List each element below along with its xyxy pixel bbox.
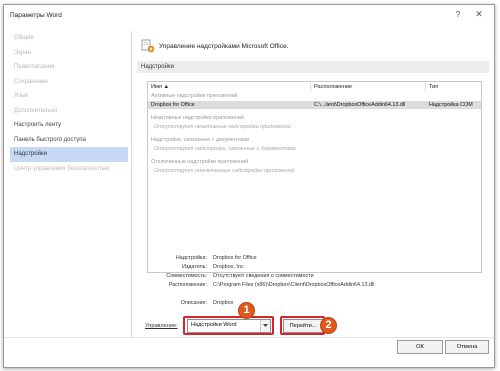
- row-type: Надстройка COM: [429, 101, 473, 108]
- group-disabled-title: Отключенные надстройки приложений: [151, 159, 249, 165]
- sidebar-item-addins[interactable]: Надстройки: [10, 147, 128, 162]
- close-button[interactable]: ✕: [473, 9, 485, 20]
- table-row[interactable]: Dropbox for Office C:\...lient\DropboxOf…: [148, 100, 481, 109]
- step-badge-2: 2: [320, 317, 337, 334]
- addins-panel: Управление надстройками Microsoft Office…: [137, 31, 489, 341]
- detail-description-label: Описание:: [180, 300, 207, 306]
- detail-description-value: Dropbox: [213, 300, 234, 306]
- sidebar-item-quick-access-toolbar[interactable]: Панель быстрого доступа: [10, 133, 128, 148]
- detail-compat-label: Совместимость:: [166, 273, 207, 279]
- sidebar-item-display[interactable]: Экран: [10, 46, 128, 61]
- column-separator: [310, 83, 311, 91]
- footer-divider: [4, 337, 494, 338]
- column-header-type[interactable]: Тип: [429, 82, 438, 92]
- detail-location-label: Расположение:: [168, 282, 207, 288]
- sidebar: Общие Экран Правописание Сохранение Язык…: [10, 31, 128, 335]
- help-button[interactable]: ?: [452, 10, 464, 19]
- cancel-button[interactable]: Отмена: [445, 340, 489, 354]
- step-badge-1: 1: [238, 302, 255, 319]
- sidebar-item-save[interactable]: Сохранение: [10, 75, 128, 90]
- word-options-dialog: Параметры Word ? ✕ Общие Экран Правописа…: [3, 4, 495, 368]
- sidebar-item-proofing[interactable]: Правописание: [10, 60, 128, 75]
- group-inactive-title: Неактивные надстройки приложений: [151, 115, 244, 121]
- column-header-name[interactable]: Имя ▲: [151, 82, 169, 92]
- manage-label: Управление:: [145, 323, 178, 329]
- sidebar-divider: [131, 31, 132, 337]
- detail-publisher-value: Dropbox, Inc: [213, 264, 244, 270]
- group-inactive-empty: Отсутствуют неактивные надстройки прилож…: [154, 123, 291, 130]
- column-separator: [425, 83, 426, 91]
- detail-location-value: C:\Program Files (x86)\Dropbox\Client\Dr…: [213, 282, 375, 288]
- row-name: Dropbox for Office: [151, 101, 195, 108]
- group-document-title: Надстройки, связанные с документами: [151, 137, 249, 143]
- sidebar-item-advanced[interactable]: Дополнительно: [10, 104, 128, 119]
- group-document-empty: Отсутствуют надстройки, связанные с доку…: [154, 145, 296, 152]
- section-title: Надстройки: [137, 61, 489, 73]
- go-button[interactable]: Перейти...: [283, 319, 323, 333]
- detail-addin-label: Надстройка:: [175, 255, 207, 261]
- sidebar-item-general[interactable]: Общие: [10, 31, 128, 46]
- addins-table: Имя ▲ Расположение Тип Активные надстрой…: [147, 81, 482, 273]
- manage-select[interactable]: Надстройки Word: [187, 319, 271, 333]
- detail-compat-value: Отсутствуют сведения о совместимости: [213, 273, 314, 279]
- sidebar-item-language[interactable]: Язык: [10, 89, 128, 104]
- ok-button[interactable]: ОК: [397, 340, 443, 354]
- title-bar: Параметры Word ? ✕: [4, 5, 494, 27]
- group-active-title: Активные надстройки приложений: [151, 93, 238, 99]
- panel-header-text: Управление надстройками Microsoft Office…: [159, 43, 289, 50]
- chevron-down-icon[interactable]: [260, 320, 270, 332]
- detail-publisher-label: Издатель:: [182, 264, 207, 270]
- addins-gear-icon: [141, 39, 155, 53]
- column-header-location[interactable]: Расположение: [314, 82, 352, 92]
- sidebar-item-trust-center[interactable]: Центр управления безопасностью: [10, 162, 128, 177]
- window-title: Параметры Word: [10, 12, 62, 19]
- group-disabled-empty: Отсутствуют отключенные надстройки прило…: [154, 167, 295, 174]
- sidebar-item-customize-ribbon[interactable]: Настроить ленту: [10, 118, 128, 133]
- manage-select-value: Надстройки Word: [191, 322, 237, 328]
- row-location: C:\...lient\DropboxOfficeAddin64.13.dll: [314, 101, 406, 108]
- detail-addin-value: Dropbox for Office: [213, 255, 257, 261]
